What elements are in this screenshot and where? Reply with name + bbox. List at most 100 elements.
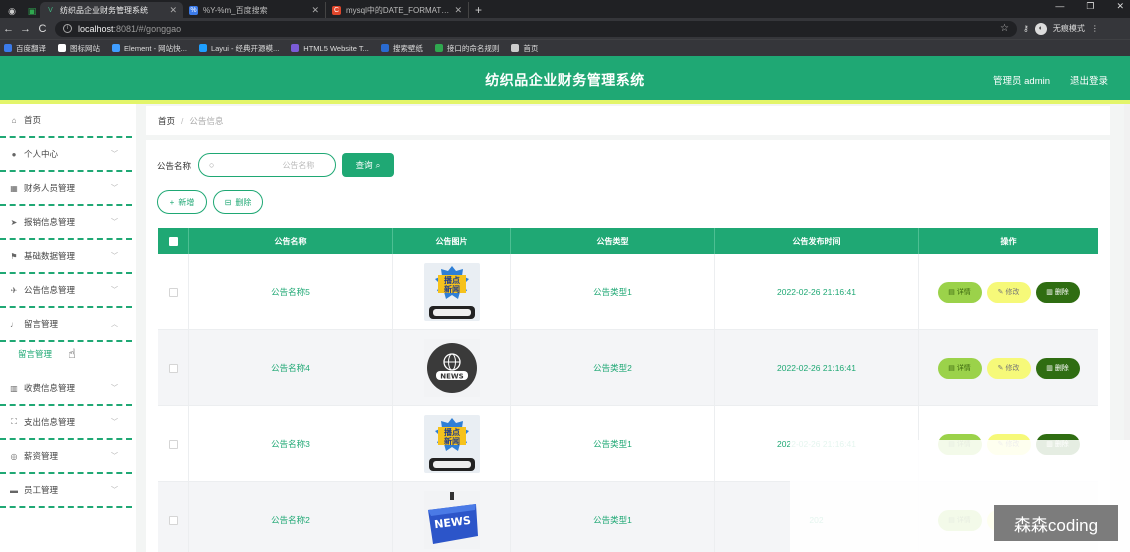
sidebar: ▬ 员工管理 ﹀ ◎ 薪资管理 ﹀ ⛶ 支出信息管理 ﹀ ▥ 收费信息管理 ﹀ ♩ 留言管理 ︿ ✈ 公告信息管… <box>0 104 136 552</box>
url-field[interactable]: i localhost :8081/#/gonggao ☆ <box>55 20 1017 37</box>
bookmark-icon <box>291 44 300 52</box>
bookmark-label: 百度翻译 <box>16 43 46 53</box>
chevron-down-icon: ﹀ <box>111 487 118 494</box>
notice-image[interactable]: 播点 新闻 <box>423 262 481 322</box>
close-window-icon[interactable]: ✕ <box>1116 1 1124 12</box>
sidebar-item[interactable]: ▥ 收费信息管理 ﹀ <box>0 372 132 406</box>
site-info-icon[interactable]: i <box>63 24 72 33</box>
key-icon[interactable]: ⚷ <box>1023 24 1029 33</box>
table-row[interactable]: 公告名称4 NEWS 公告类型2 2022-02-26 21:16:41 ▤ 详情 ✎ 修改 ▥… <box>158 330 1098 406</box>
row-checkbox[interactable] <box>168 439 178 449</box>
sidebar-item[interactable]: ⌂ 首页 <box>0 104 132 138</box>
sidebar-item[interactable]: ▬ 员工管理 ﹀ <box>0 474 132 508</box>
delete-button[interactable]: ▥删除 <box>1035 281 1080 303</box>
sidebar-item-label: 财务人员管理 <box>24 183 76 193</box>
row-checkbox-cell <box>158 482 189 552</box>
close-tab-icon[interactable]: ✕ <box>169 5 177 16</box>
edit-label: 修改 <box>1005 289 1020 296</box>
notice-image[interactable]: 播点 新闻 <box>423 414 481 474</box>
trash-icon: ▥ <box>1046 365 1053 372</box>
more-menu-icon[interactable]: ⋮ <box>1091 24 1099 33</box>
reload-icon[interactable]: C <box>34 23 51 35</box>
bookmark-item[interactable]: Element - 网站快... <box>112 43 187 54</box>
detail-button[interactable]: ▤详情 <box>937 357 982 379</box>
delete-label: 删除 <box>1054 365 1069 372</box>
address-bar: ← → C i localhost :8081/#/gonggao ☆ ⚷ ◐ … <box>0 18 1130 39</box>
tab-app-icon[interactable]: ▣ <box>24 4 40 18</box>
incognito-icon[interactable]: ◐ <box>1034 22 1047 35</box>
notice-image[interactable]: NEWS <box>423 338 481 398</box>
delete-button[interactable]: ▥删除 <box>1035 357 1080 379</box>
sidebar-item-label: 薪资管理 <box>24 451 59 461</box>
svg-text:播点: 播点 <box>444 275 460 285</box>
sidebar-item-label: 公告信息管理 <box>24 285 76 295</box>
tab-baidu[interactable]: % %Y-%m_百度搜索 ✕ <box>183 2 326 18</box>
bookmark-item[interactable]: 图标网站 <box>58 43 100 54</box>
row-checkbox[interactable] <box>168 363 178 373</box>
sidebar-item[interactable]: ✈ 公告信息管理 ﹀ <box>0 274 132 308</box>
restore-icon[interactable]: ❐ <box>1086 1 1094 12</box>
incognito-label[interactable]: 无痕模式 <box>1053 23 1085 34</box>
batch-delete-button[interactable]: ⊟ 删除 <box>213 190 263 214</box>
row-checkbox[interactable] <box>168 515 178 525</box>
column-header: 公告名称 <box>189 228 393 254</box>
send-icon: ➤ <box>10 217 18 227</box>
sidebar-item[interactable]: ⛶ 支出信息管理 ﹀ <box>0 406 132 440</box>
breadcrumb-separator: / <box>181 115 184 126</box>
close-tab-icon[interactable]: ✕ <box>454 5 462 16</box>
edit-icon: ✎ <box>997 289 1004 296</box>
svg-text:播点: 播点 <box>444 427 460 437</box>
new-tab-button[interactable]: + <box>475 2 482 18</box>
search-box[interactable]: ○ <box>198 153 336 177</box>
column-header: 操作 <box>1000 236 1017 246</box>
edit-button[interactable]: ✎修改 <box>986 357 1031 379</box>
table-row[interactable]: 公告名称5 播点 新闻 公告类型1 2022-02-26 21:16:41 ▤ 详情 ✎ 修改 ▥… <box>158 254 1098 330</box>
sidebar-item[interactable]: ⚑ 基础数据管理 ﹀ <box>0 240 132 274</box>
bookmark-item[interactable]: Layui - 经典开源模... <box>198 43 279 54</box>
tab-csdn[interactable]: C mysql中的DATE_FORMAT(NO... ✕ <box>326 2 469 18</box>
forward-icon[interactable]: → <box>17 23 34 35</box>
sidebar-subitem-message[interactable]: 留言管理 <box>18 348 52 360</box>
notice-image[interactable]: NEWS <box>423 490 481 550</box>
bookmark-item[interactable]: 接口的命名规则 <box>434 43 499 54</box>
bookmark-item[interactable]: 搜索壁纸 <box>380 43 423 54</box>
actions-cell: ▤详情✎修改▥删除 <box>919 254 1098 330</box>
bookmark-label: Element - 网站快... <box>124 43 187 53</box>
bookmark-item[interactable]: HTML5 Website T... <box>291 44 369 53</box>
user-icon: ● <box>11 149 17 159</box>
bookmark-item[interactable]: 百度翻译 <box>4 43 46 54</box>
chevron-down-icon: ﹀ <box>111 287 118 294</box>
sidebar-item-label: 个人中心 <box>24 149 59 159</box>
sidebar-item[interactable]: ♩ 留言管理 ︿ <box>0 308 132 342</box>
sidebar-item[interactable]: ◎ 薪资管理 ﹀ <box>0 440 132 474</box>
chart-icon: ▥ <box>10 383 18 393</box>
app-title: 纺织品企业财务管理系统 <box>485 72 645 88</box>
minimize-icon[interactable]: — <box>1055 1 1064 12</box>
logout-link[interactable]: 退出登录 <box>1070 73 1108 87</box>
sidebar-item[interactable]: ➤ 报销信息管理 ﹀ <box>0 206 132 240</box>
detail-button[interactable]: ▤详情 <box>937 281 982 303</box>
row-checkbox[interactable] <box>168 287 178 297</box>
microphone-icon: ♩ <box>10 319 18 329</box>
query-button[interactable]: 查询 ⌕ <box>342 153 394 177</box>
notice-name-cell: 公告名称4 <box>189 330 393 406</box>
select-all-checkbox[interactable] <box>168 236 178 246</box>
sidebar-item[interactable]: ▦ 财务人员管理 ﹀ <box>0 172 132 206</box>
close-tab-icon[interactable]: ✕ <box>311 5 319 16</box>
bookmark-item[interactable]: 首页 <box>511 43 538 54</box>
breadcrumb-home[interactable]: 首页 <box>158 115 175 127</box>
search-label: 公告名称 <box>157 161 192 171</box>
bookmark-icon <box>511 44 520 52</box>
edit-button[interactable]: ✎修改 <box>986 281 1031 303</box>
notice-name-cell: 公告名称5 <box>189 254 393 330</box>
sidebar-item[interactable]: ● 个人中心 ﹀ <box>0 138 132 172</box>
row-checkbox-cell <box>158 254 189 330</box>
chrome-icon[interactable]: ◉ <box>4 4 20 18</box>
back-icon[interactable]: ← <box>0 23 17 35</box>
add-button[interactable]: + 新增 <box>157 190 207 214</box>
bookmark-star-icon[interactable]: ☆ <box>1000 23 1009 34</box>
column-header: 公告发布时间 <box>715 228 919 254</box>
bookmark-icon <box>198 44 207 52</box>
search-input[interactable] <box>214 160 315 170</box>
tab-active[interactable]: V 纺织品企业财务管理系统 ✕ <box>40 2 183 18</box>
